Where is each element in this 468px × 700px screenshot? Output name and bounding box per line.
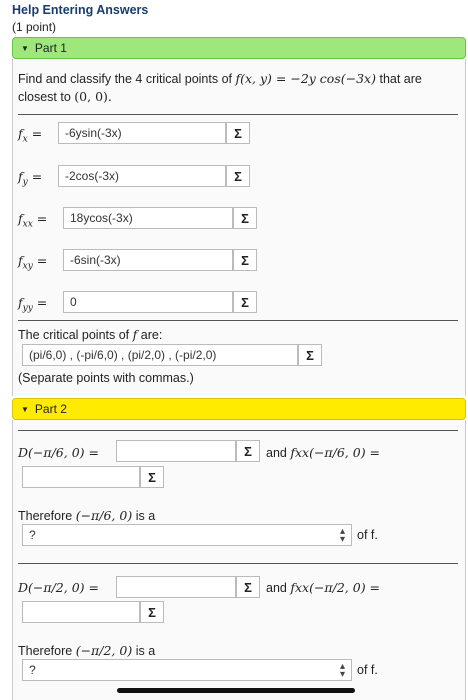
of-f-text: of f. <box>357 528 378 542</box>
fx-label: fx = <box>18 126 43 145</box>
d-input[interactable] <box>116 440 236 462</box>
part2-body <box>12 420 466 700</box>
question-prefix: Find and classify the 4 critical points … <box>18 72 232 86</box>
classification-select[interactable]: ? ▴ ▾ <box>22 524 352 546</box>
d-equation-editor-button[interactable]: Σ <box>236 576 260 598</box>
fxx-at-point-input[interactable] <box>22 466 140 488</box>
fxx-at-point-label: fxx(−π/2, 0) = <box>290 580 381 595</box>
function-expression: f(x, y) = −2y cos(−3x) <box>235 71 376 86</box>
home-indicator <box>117 688 355 693</box>
therefore-text: Therefore (−π/2, 0) is a <box>18 643 156 658</box>
fxy-label: fxy = <box>18 253 48 272</box>
fy-input[interactable]: -2cos(-3x) <box>58 165 226 187</box>
fxx-label: fxx = <box>18 211 48 230</box>
fy-equation-editor-button[interactable]: Σ <box>226 165 250 187</box>
fx-input[interactable]: -6ysin(-3x) <box>58 122 226 144</box>
divider <box>18 430 458 431</box>
collapse-triangle-icon: ▼ <box>21 43 29 53</box>
part1-header[interactable]: ▼ Part 1 <box>12 37 466 59</box>
of-f-text: of f. <box>357 663 378 677</box>
therefore-text: Therefore (−π/6, 0) is a <box>18 508 156 523</box>
chevron-updown-icon: ▴ ▾ <box>339 661 345 680</box>
d-equation-editor-button[interactable]: Σ <box>236 440 260 462</box>
origin-point: (0, 0). <box>74 89 112 104</box>
separate-points-note: (Separate points with commas.) <box>18 371 194 385</box>
fxx-at-point-equation-editor-button[interactable]: Σ <box>140 601 164 623</box>
fxx-at-point-input[interactable] <box>22 601 140 623</box>
d-label: D(−π/6, 0) = <box>18 445 99 460</box>
fyy-input[interactable]: 0 <box>63 291 233 313</box>
critical-points-label: The critical points of f are: <box>18 327 163 342</box>
fxy-equation-editor-button[interactable]: Σ <box>233 249 257 271</box>
part1-title: Part 1 <box>34 41 67 55</box>
collapse-triangle-icon: ▼ <box>21 404 29 414</box>
fyy-equation-editor-button[interactable]: Σ <box>233 291 257 313</box>
question-text: Find and classify the 4 critical points … <box>18 70 458 106</box>
part2-header[interactable]: ▼ Part 2 <box>12 398 466 420</box>
critical-points-input[interactable]: (pi/6,0) , (-pi/6,0) , (pi/2,0) , (-pi/2… <box>22 344 298 366</box>
and-text: and fxx(−π/2, 0) = <box>266 580 381 595</box>
fxx-equation-editor-button[interactable]: Σ <box>233 207 257 229</box>
points-label: (1 point) <box>12 20 57 34</box>
critical-points-equation-editor-button[interactable]: Σ <box>298 344 322 366</box>
chevron-updown-icon: ▴ ▾ <box>339 526 345 545</box>
fx-equation-editor-button[interactable]: Σ <box>226 122 250 144</box>
fy-label: fy = <box>18 169 43 188</box>
divider <box>18 563 458 564</box>
divider <box>18 114 458 115</box>
divider <box>18 320 458 321</box>
fxy-input[interactable]: -6sin(-3x) <box>63 249 233 271</box>
classification-select[interactable]: ? ▴ ▾ <box>22 659 352 681</box>
help-entering-answers-link[interactable]: Help Entering Answers <box>12 3 148 17</box>
d-input[interactable] <box>116 576 236 598</box>
part2-title: Part 2 <box>34 402 67 416</box>
d-label: D(−π/2, 0) = <box>18 580 99 595</box>
fxx-at-point-label: fxx(−π/6, 0) = <box>290 445 381 460</box>
fxx-input[interactable]: 18ycos(-3x) <box>63 207 233 229</box>
fyy-label: fyy = <box>18 295 48 314</box>
fxx-at-point-equation-editor-button[interactable]: Σ <box>140 466 164 488</box>
and-text: and fxx(−π/6, 0) = <box>266 445 381 460</box>
